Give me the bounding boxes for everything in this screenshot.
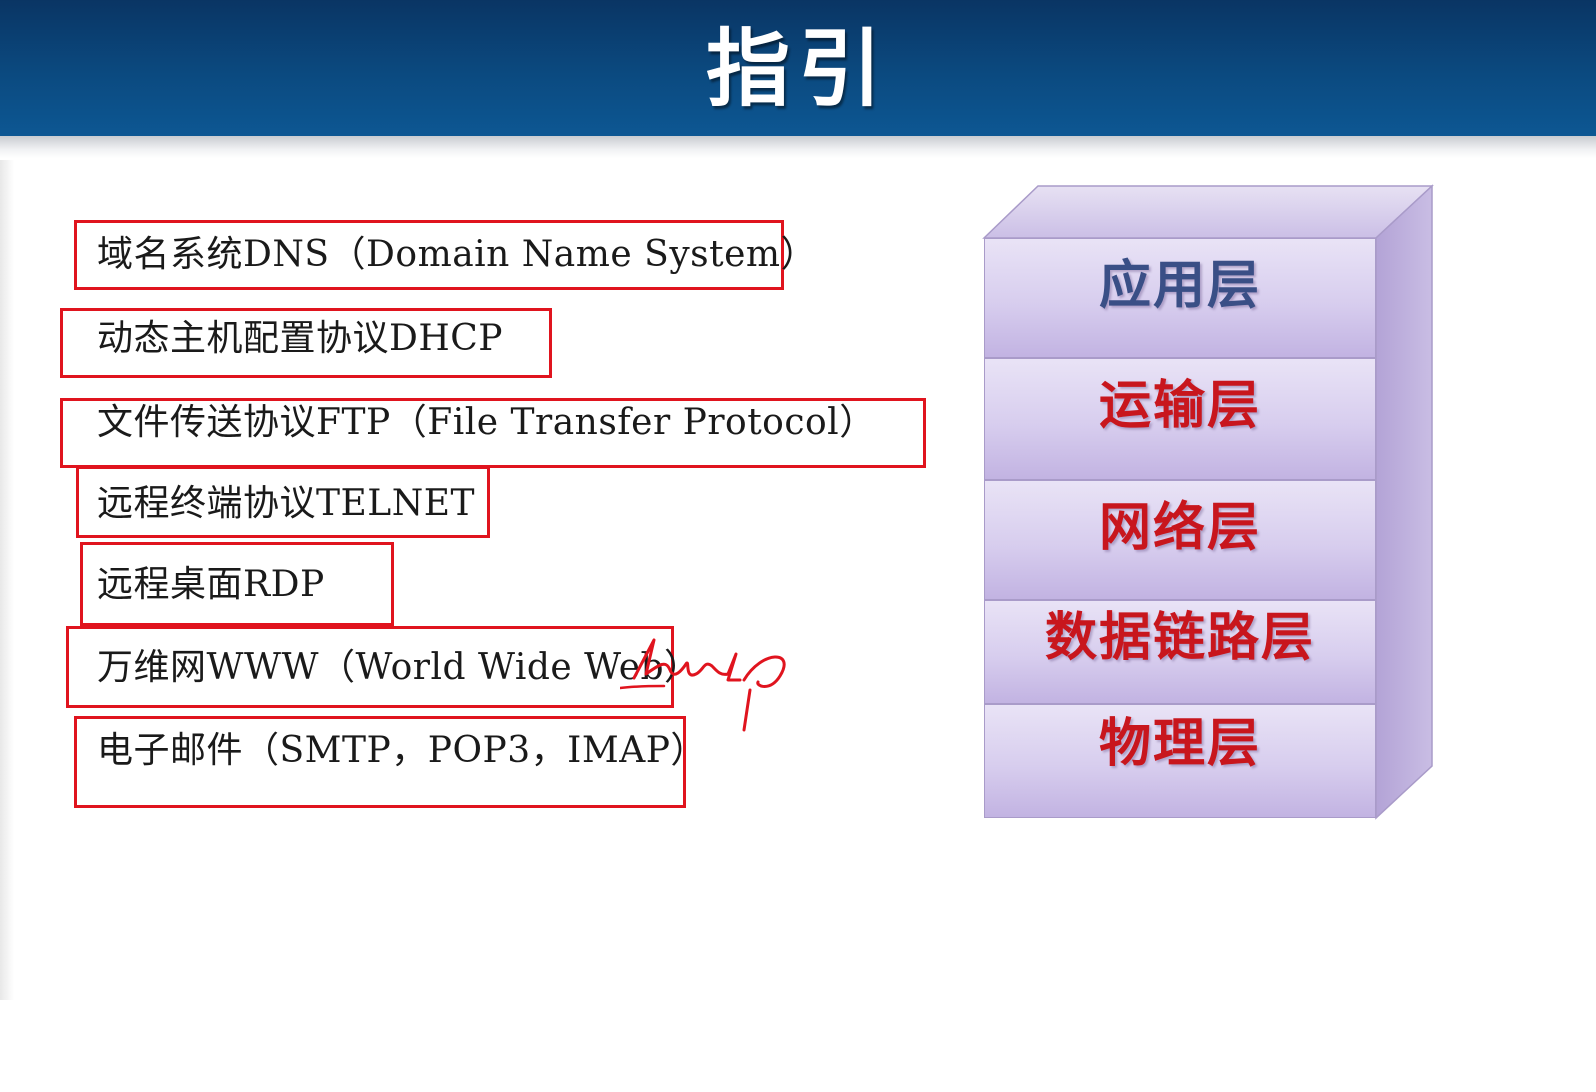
physical-layer-label: 物理层 [1098,714,1261,774]
network-layer-label: 网络层 [1098,498,1261,558]
transport-layer-label: 运输层 [1098,376,1261,436]
datalink-layer-label: 数据链路层 [1044,608,1315,668]
stack-layer-datalink: 数据链路层 [984,600,1376,704]
application-layer-label: 应用层 [1098,256,1261,316]
stack-layer-transport: 运输层 [984,358,1376,480]
stack-layer-application: 应用层 [984,238,1376,358]
stack-top-face [982,185,1434,239]
stack-layer-network: 网络层 [984,480,1376,600]
stack-side-face [1375,184,1433,820]
stack-layer-physical: 物理层 [984,704,1376,818]
